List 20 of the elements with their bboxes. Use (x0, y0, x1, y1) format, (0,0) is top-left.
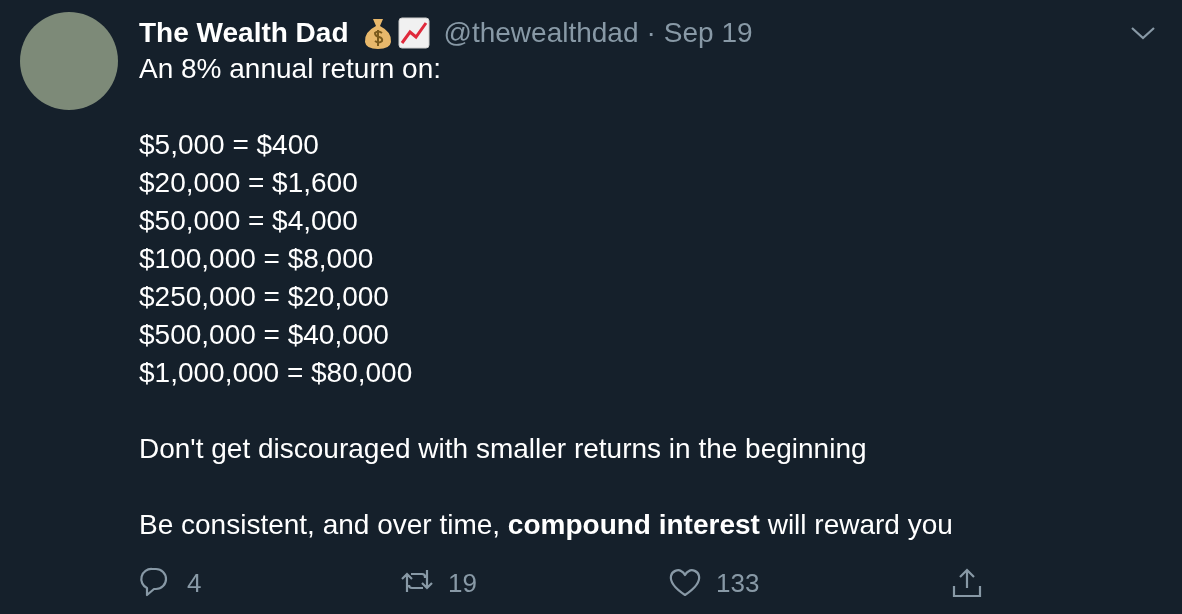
tweet-text-line: Don't get discouraged with smaller returns in the beginning (139, 432, 867, 466)
tweet-text-line: An 8% annual return on: (139, 52, 441, 86)
tweet-text-line: $20,000 = $1,600 (139, 166, 358, 200)
chevron-down-icon[interactable] (1130, 25, 1156, 41)
share-icon[interactable] (950, 566, 984, 600)
tweet-text-line: $50,000 = $4,000 (139, 204, 358, 238)
tweet-text-line: $100,000 = $8,000 (139, 242, 374, 276)
tweet-text-line: Be consistent, and over time, compound interest will reward you (139, 508, 953, 542)
tweet-text-line: $250,000 = $20,000 (139, 280, 389, 314)
tweet-text-line: $1,000,000 = $80,000 (139, 356, 413, 390)
tweet-text-line: $5,000 = $400 (139, 128, 319, 162)
author-name[interactable]: The Wealth Dad (139, 12, 349, 54)
like-count: 133 (716, 566, 760, 600)
separator-dot: · (646, 16, 656, 50)
author-handle[interactable]: @thewealthdad (443, 12, 639, 54)
retweet-count: 19 (448, 566, 477, 600)
tweet-date[interactable]: Sep 19 (663, 12, 753, 54)
tweet-text-line: $500,000 = $40,000 (139, 318, 389, 352)
chart-increasing-icon (396, 16, 431, 50)
reply-count: 4 (187, 566, 202, 600)
